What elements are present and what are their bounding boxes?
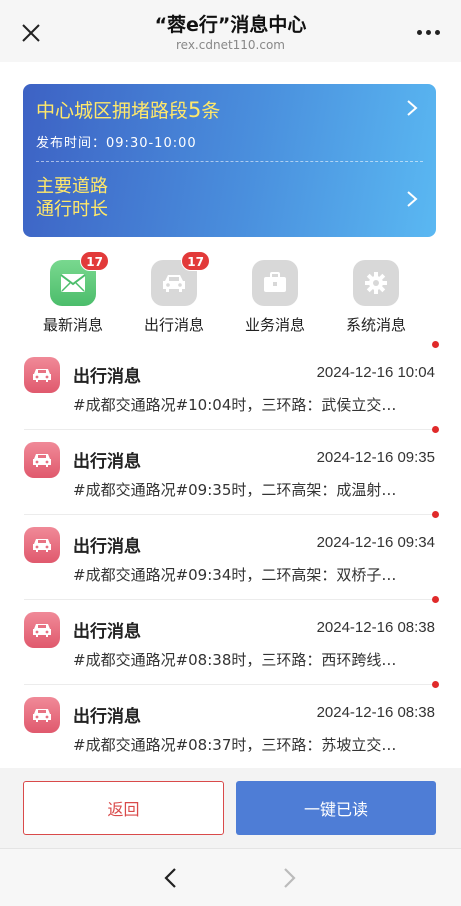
tab-label: 出行消息 bbox=[143, 316, 204, 334]
congestion-count: 5 bbox=[188, 98, 202, 122]
message-title: 出行消息 bbox=[73, 367, 141, 387]
traffic-banner: 中心城区拥堵路段5条 发布时间：09:30-10:00 主要道路 通行时长 bbox=[23, 84, 436, 237]
message-title: 出行消息 bbox=[73, 537, 141, 557]
road-duration-line1: 主要道路 bbox=[36, 176, 108, 197]
congestion-suffix: 条 bbox=[201, 100, 221, 122]
tab-business[interactable]: 业务消息 bbox=[225, 260, 325, 335]
action-bar: 返回 一键已读 bbox=[0, 768, 461, 848]
category-tabs: 17 最新消息 17 出行消息 业务消息 系统消息 bbox=[23, 251, 436, 336]
list-item[interactable]: 出行消息 2024-12-16 08:38 #成都交通路况#08:37时，三环路… bbox=[0, 681, 461, 770]
list-item[interactable]: 出行消息 2024-12-16 10:04 #成都交通路况#10:04时，三环路… bbox=[0, 341, 461, 430]
more-options-icon[interactable] bbox=[417, 30, 441, 36]
publish-time: 发布时间：09:30-10:00 bbox=[36, 132, 197, 151]
road-duration-line2: 通行时长 bbox=[36, 199, 108, 220]
back-button[interactable]: 返回 bbox=[23, 781, 224, 835]
browser-nav-bar bbox=[0, 848, 461, 906]
car-icon bbox=[24, 357, 60, 393]
message-body: #成都交通路况#08:38时，三环路：西环跨线… bbox=[73, 651, 397, 669]
envelope-icon: 17 bbox=[50, 251, 109, 306]
message-body: #成都交通路况#09:35时，二环高架：成温射… bbox=[73, 481, 397, 499]
tab-system[interactable]: 系统消息 bbox=[326, 260, 426, 335]
list-item[interactable]: 出行消息 2024-12-16 08:38 #成都交通路况#08:38时，三环路… bbox=[0, 596, 461, 685]
briefcase-icon bbox=[252, 260, 298, 306]
road-duration-link[interactable]: 主要道路 通行时长 bbox=[36, 175, 156, 221]
page-url: rex.cdnet110.com bbox=[175, 38, 285, 52]
unread-dot bbox=[432, 341, 439, 348]
list-item[interactable]: 出行消息 2024-12-16 09:34 #成都交通路况#09:34时，二环高… bbox=[0, 511, 461, 600]
car-icon bbox=[24, 527, 60, 563]
car-icon: 17 bbox=[151, 251, 210, 306]
message-title: 出行消息 bbox=[73, 622, 141, 642]
message-title: 出行消息 bbox=[73, 707, 141, 727]
car-icon bbox=[24, 442, 60, 478]
unread-dot bbox=[432, 511, 439, 518]
message-title: 出行消息 bbox=[73, 452, 141, 472]
tab-label: 系统消息 bbox=[345, 316, 406, 334]
message-body: #成都交通路况#10:04时，三环路：武侯立交… bbox=[73, 396, 397, 414]
chevron-left-icon[interactable] bbox=[162, 866, 178, 890]
car-icon bbox=[24, 612, 60, 648]
congestion-link[interactable]: 中心城区拥堵路段5条 bbox=[36, 96, 220, 123]
gear-icon bbox=[353, 260, 399, 306]
unread-badge: 17 bbox=[80, 251, 109, 271]
unread-dot bbox=[432, 681, 439, 688]
unread-dot bbox=[432, 426, 439, 433]
tab-label: 业务消息 bbox=[244, 316, 305, 334]
message-time: 2024-12-16 09:34 bbox=[316, 534, 435, 551]
message-time: 2024-12-16 09:35 bbox=[316, 449, 435, 466]
chevron-right-icon[interactable] bbox=[406, 190, 418, 208]
tab-travel[interactable]: 17 出行消息 bbox=[124, 251, 224, 335]
message-body: #成都交通路况#08:37时，三环路：苏坡立交… bbox=[73, 736, 397, 754]
page-title: “蓉e行”消息中心 bbox=[154, 14, 307, 36]
congestion-prefix: 中心城区拥堵路段 bbox=[36, 100, 189, 122]
publish-time-value: 09:30-10:00 bbox=[106, 136, 197, 151]
publish-time-label: 发布时间： bbox=[36, 136, 107, 151]
chevron-right-icon[interactable] bbox=[406, 99, 418, 117]
mark-all-read-button[interactable]: 一键已读 bbox=[236, 781, 436, 835]
message-time: 2024-12-16 08:38 bbox=[316, 619, 435, 636]
title-bar: “蓉e行”消息中心 rex.cdnet110.com bbox=[0, 0, 461, 62]
car-icon bbox=[24, 697, 60, 733]
message-time: 2024-12-16 08:38 bbox=[316, 704, 435, 721]
chevron-right-icon[interactable] bbox=[282, 866, 298, 890]
message-body: #成都交通路况#09:34时，二环高架：双桥子… bbox=[73, 566, 397, 584]
unread-dot bbox=[432, 596, 439, 603]
banner-divider bbox=[36, 161, 423, 162]
tab-latest[interactable]: 17 最新消息 bbox=[23, 251, 123, 335]
list-item[interactable]: 出行消息 2024-12-16 09:35 #成都交通路况#09:35时，二环高… bbox=[0, 426, 461, 515]
tab-label: 最新消息 bbox=[42, 316, 103, 334]
unread-badge: 17 bbox=[181, 251, 210, 271]
message-time: 2024-12-16 10:04 bbox=[316, 364, 435, 381]
